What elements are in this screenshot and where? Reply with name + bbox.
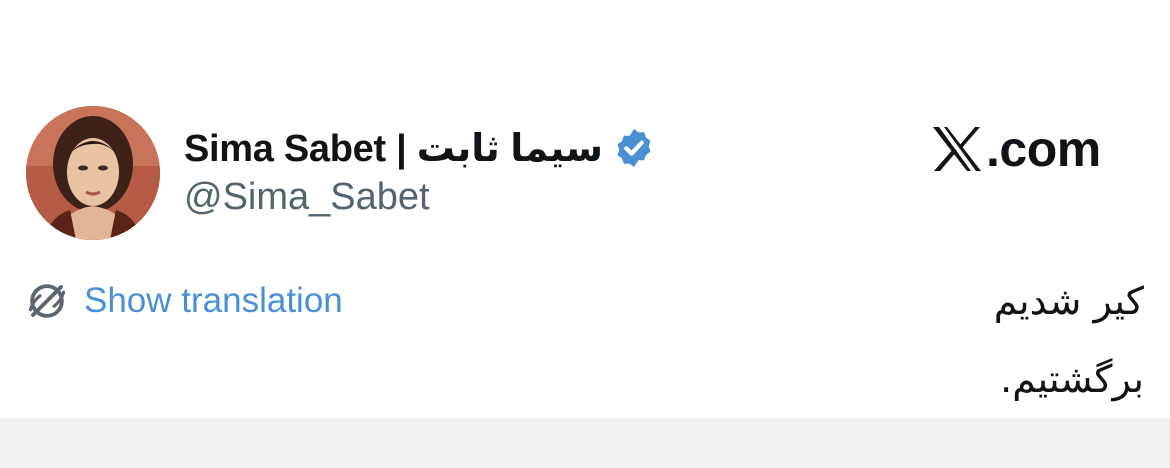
x-logo-icon xyxy=(930,124,984,174)
bottom-strip xyxy=(0,418,1170,468)
avatar[interactable] xyxy=(26,106,160,240)
show-translation-label[interactable]: Show translation xyxy=(84,281,343,321)
verified-badge-icon xyxy=(613,127,655,169)
translate-globe-icon xyxy=(26,280,68,322)
tweet-text: کیر شدیم برگشتیم. xyxy=(994,262,1144,418)
author-display-name[interactable]: Sima Sabet | سیما ثابت xyxy=(184,126,603,171)
tweet-text-line: برگشتیم. xyxy=(1000,357,1144,401)
avatar-photo-icon xyxy=(26,106,160,240)
author-handle[interactable]: @Sima_Sabet xyxy=(184,176,430,219)
tweet-text-line: کیر شدیم xyxy=(993,279,1144,323)
site-logo: .com xyxy=(930,120,1101,178)
author-name-row[interactable]: Sima Sabet | سیما ثابت xyxy=(184,122,655,174)
tweet-card: Sima Sabet | سیما ثابت @Sima_Sabet .com xyxy=(0,0,1170,418)
site-domain: .com xyxy=(986,121,1101,177)
show-translation-link[interactable]: Show translation xyxy=(26,280,343,322)
